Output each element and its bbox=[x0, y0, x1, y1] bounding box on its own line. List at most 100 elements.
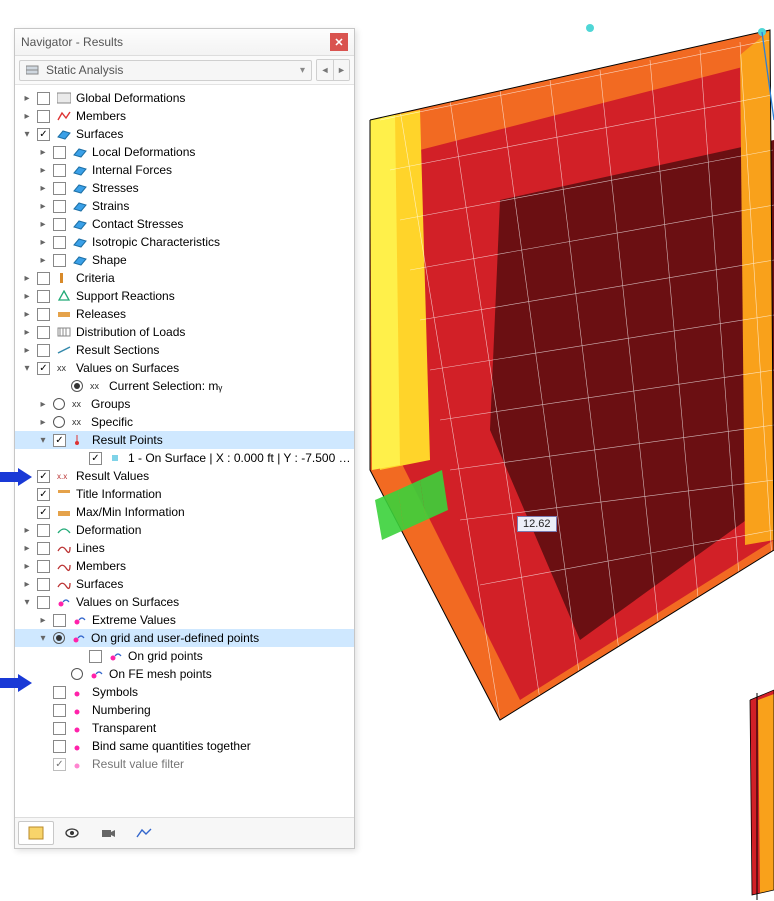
radio[interactable] bbox=[53, 398, 65, 410]
caret-icon[interactable]: ▸ bbox=[21, 93, 33, 104]
checkbox[interactable]: ✓ bbox=[89, 452, 102, 465]
checkbox[interactable]: ✓ bbox=[37, 506, 50, 519]
checkbox[interactable] bbox=[53, 182, 66, 195]
caret-icon[interactable]: ▸ bbox=[21, 579, 33, 590]
node-result-value-filter[interactable]: ✓ Result value filter bbox=[15, 755, 354, 773]
caret-icon[interactable]: ▸ bbox=[37, 417, 49, 428]
checkbox[interactable] bbox=[53, 200, 66, 213]
checkbox[interactable] bbox=[37, 308, 50, 321]
next-button[interactable]: ► bbox=[333, 60, 349, 80]
node-bind-same-quantities[interactable]: Bind same quantities together bbox=[15, 737, 354, 755]
radio[interactable] bbox=[53, 416, 65, 428]
node-numbering[interactable]: Numbering bbox=[15, 701, 354, 719]
node-criteria[interactable]: ▸ Criteria bbox=[15, 269, 354, 287]
node-transparent[interactable]: Transparent bbox=[15, 719, 354, 737]
node-members[interactable]: ▸ Members bbox=[15, 107, 354, 125]
checkbox[interactable] bbox=[53, 146, 66, 159]
tab-view[interactable] bbox=[54, 821, 90, 845]
node-values-on-surfaces[interactable]: ▾ ✓ xx Values on Surfaces bbox=[15, 359, 354, 377]
checkbox[interactable]: ✓ bbox=[37, 128, 50, 141]
tab-camera[interactable] bbox=[90, 821, 126, 845]
caret-icon[interactable]: ▾ bbox=[37, 435, 49, 446]
caret-icon[interactable]: ▾ bbox=[21, 363, 33, 374]
node-local-deformations[interactable]: ▸ Local Deformations bbox=[15, 143, 354, 161]
checkbox[interactable] bbox=[53, 164, 66, 177]
checkbox[interactable] bbox=[37, 326, 50, 339]
checkbox[interactable] bbox=[53, 236, 66, 249]
radio[interactable] bbox=[71, 380, 83, 392]
node-support-reactions[interactable]: ▸ Support Reactions bbox=[15, 287, 354, 305]
checkbox[interactable] bbox=[37, 290, 50, 303]
node-symbols[interactable]: Symbols bbox=[15, 683, 354, 701]
checkbox[interactable] bbox=[37, 524, 50, 537]
caret-icon[interactable]: ▸ bbox=[21, 543, 33, 554]
tab-graph[interactable] bbox=[126, 821, 162, 845]
node-on-grid-points[interactable]: On grid points bbox=[15, 647, 354, 665]
caret-icon[interactable]: ▸ bbox=[21, 111, 33, 122]
node-result-sections[interactable]: ▸ Result Sections bbox=[15, 341, 354, 359]
node-on-fe-mesh-points[interactable]: On FE mesh points bbox=[15, 665, 354, 683]
radio[interactable] bbox=[71, 668, 83, 680]
checkbox[interactable] bbox=[37, 542, 50, 555]
node-deformation[interactable]: ▸ Deformation bbox=[15, 521, 354, 539]
node-surfaces[interactable]: ▾ ✓ Surfaces bbox=[15, 125, 354, 143]
checkbox[interactable] bbox=[37, 578, 50, 591]
node-title-information[interactable]: ✓ Title Information bbox=[15, 485, 354, 503]
analysis-dropdown[interactable]: Static Analysis ▾ bbox=[19, 60, 312, 81]
checkbox[interactable]: ✓ bbox=[53, 758, 66, 771]
node-lines[interactable]: ▸ Lines bbox=[15, 539, 354, 557]
checkbox[interactable] bbox=[37, 272, 50, 285]
checkbox[interactable] bbox=[37, 560, 50, 573]
caret-icon[interactable]: ▸ bbox=[37, 147, 49, 158]
checkbox[interactable] bbox=[53, 722, 66, 735]
node-strains[interactable]: ▸ Strains bbox=[15, 197, 354, 215]
prev-button[interactable]: ◄ bbox=[317, 60, 333, 80]
caret-icon[interactable]: ▸ bbox=[21, 345, 33, 356]
caret-icon[interactable]: ▸ bbox=[37, 237, 49, 248]
results-tree[interactable]: ▸ Global Deformations ▸ Members ▾ ✓ Surf… bbox=[15, 85, 354, 817]
caret-icon[interactable]: ▸ bbox=[21, 273, 33, 284]
node-extreme-values[interactable]: ▸ Extreme Values bbox=[15, 611, 354, 629]
caret-icon[interactable]: ▸ bbox=[21, 327, 33, 338]
checkbox[interactable] bbox=[37, 92, 50, 105]
caret-icon[interactable]: ▸ bbox=[21, 525, 33, 536]
node-max-min-information[interactable]: ✓ Max/Min Information bbox=[15, 503, 354, 521]
caret-icon[interactable]: ▸ bbox=[37, 219, 49, 230]
caret-icon[interactable]: ▾ bbox=[37, 633, 49, 644]
checkbox[interactable] bbox=[53, 740, 66, 753]
node-groups[interactable]: ▸ xx Groups bbox=[15, 395, 354, 413]
node-values-on-surfaces-2[interactable]: ▾ Values on Surfaces bbox=[15, 593, 354, 611]
radio[interactable] bbox=[53, 632, 65, 644]
checkbox[interactable] bbox=[53, 614, 66, 627]
caret-icon[interactable]: ▸ bbox=[37, 399, 49, 410]
caret-icon[interactable]: ▸ bbox=[37, 201, 49, 212]
node-stresses[interactable]: ▸ Stresses bbox=[15, 179, 354, 197]
checkbox[interactable]: ✓ bbox=[53, 434, 66, 447]
checkbox[interactable] bbox=[37, 344, 50, 357]
node-members-2[interactable]: ▸ Members bbox=[15, 557, 354, 575]
node-contact-stresses[interactable]: ▸ Contact Stresses bbox=[15, 215, 354, 233]
caret-icon[interactable]: ▸ bbox=[37, 255, 49, 266]
close-button[interactable]: ✕ bbox=[330, 33, 348, 51]
checkbox[interactable]: ✓ bbox=[37, 488, 50, 501]
caret-icon[interactable]: ▸ bbox=[37, 165, 49, 176]
checkbox[interactable] bbox=[53, 218, 66, 231]
caret-icon[interactable]: ▸ bbox=[37, 615, 49, 626]
node-specific[interactable]: ▸ xx Specific bbox=[15, 413, 354, 431]
caret-icon[interactable]: ▸ bbox=[21, 309, 33, 320]
node-result-points[interactable]: ▾ ✓ Result Points bbox=[15, 431, 354, 449]
checkbox[interactable] bbox=[37, 110, 50, 123]
caret-icon[interactable]: ▾ bbox=[21, 597, 33, 608]
node-result-values[interactable]: ▸ ✓ x.x Result Values bbox=[15, 467, 354, 485]
node-global-deformations[interactable]: ▸ Global Deformations bbox=[15, 89, 354, 107]
node-current-selection[interactable]: xx Current Selection: mᵧ bbox=[15, 377, 354, 395]
node-surfaces-2[interactable]: ▸ Surfaces bbox=[15, 575, 354, 593]
node-shape[interactable]: ▸ Shape bbox=[15, 251, 354, 269]
checkbox[interactable] bbox=[53, 686, 66, 699]
tab-results[interactable] bbox=[18, 821, 54, 845]
node-releases[interactable]: ▸ Releases bbox=[15, 305, 354, 323]
checkbox[interactable]: ✓ bbox=[37, 362, 50, 375]
navigator-titlebar[interactable]: Navigator - Results ✕ bbox=[15, 29, 354, 56]
node-on-grid-user-defined[interactable]: ▾ On grid and user-defined points bbox=[15, 629, 354, 647]
checkbox[interactable] bbox=[53, 704, 66, 717]
